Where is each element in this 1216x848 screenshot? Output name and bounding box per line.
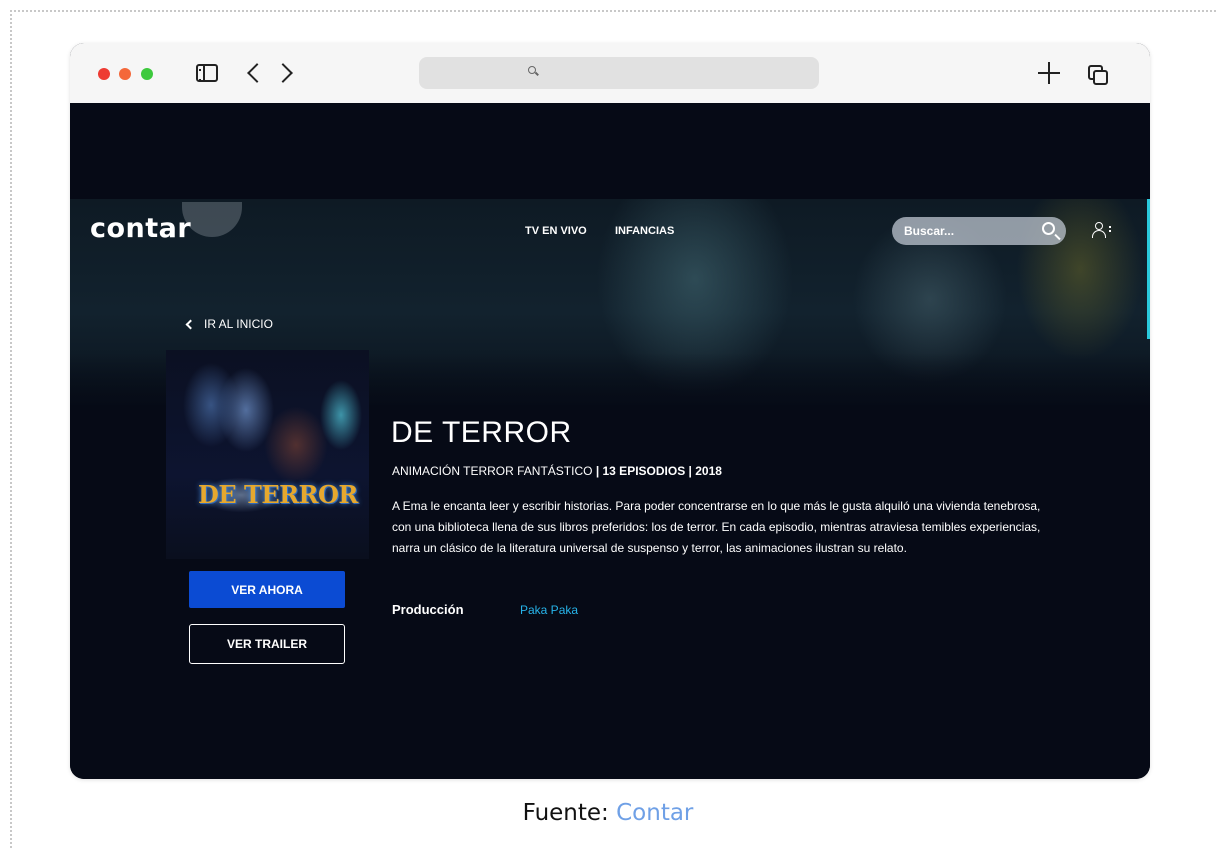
show-genres: ANIMACIÓN TERROR FANTÁSTICO [392, 464, 593, 478]
web-page: contar TV EN VIVO INFANCIAS IR AL INICIO… [70, 103, 1150, 779]
sidebar-toggle-icon[interactable] [196, 64, 218, 82]
show-title: DE TERROR [391, 416, 572, 449]
search-icon[interactable] [1042, 222, 1055, 235]
watch-trailer-button[interactable]: VER TRAILER [189, 624, 345, 664]
back-to-home-link[interactable]: IR AL INICIO [185, 317, 273, 331]
nav-infancias[interactable]: INFANCIAS [615, 225, 674, 237]
production-label: Producción [392, 602, 464, 617]
tab-overview-icon[interactable] [1088, 65, 1108, 85]
show-poster[interactable]: DE TERROR [166, 350, 369, 559]
user-menu-icon[interactable] [1092, 222, 1114, 240]
site-logo[interactable]: contar [90, 213, 191, 244]
source-caption: Fuente: Contar [0, 800, 1216, 826]
poster-title: DE TERROR [198, 480, 358, 509]
nav-tv-en-vivo[interactable]: TV EN VIVO [525, 225, 587, 237]
new-tab-plus-icon[interactable] [1038, 62, 1060, 84]
back-to-home-label: IR AL INICIO [204, 317, 273, 331]
browser-toolbar [70, 43, 1150, 103]
address-bar[interactable] [419, 57, 819, 89]
show-description: A Ema le encanta leer y escribir histori… [392, 499, 1041, 555]
show-episodes-year: | 13 EPISODIOS | 2018 [595, 464, 722, 478]
maximize-window-button[interactable] [141, 68, 153, 80]
search-input[interactable] [904, 223, 1024, 239]
production-link[interactable]: Paka Paka [520, 603, 578, 617]
show-meta: ANIMACIÓN TERROR FANTÁSTICO | 13 EPISODI… [392, 464, 722, 478]
close-window-button[interactable] [98, 68, 110, 80]
search-icon [528, 66, 536, 74]
source-caption-prefix: Fuente: [522, 800, 609, 826]
minimize-window-button[interactable] [119, 68, 131, 80]
browser-window: contar TV EN VIVO INFANCIAS IR AL INICIO… [70, 43, 1150, 779]
source-link[interactable]: Contar [616, 800, 693, 826]
watch-now-button[interactable]: VER AHORA [189, 571, 345, 608]
chevron-left-icon [185, 319, 196, 329]
search-box[interactable] [892, 217, 1066, 245]
scroll-indicator[interactable] [1147, 199, 1150, 339]
